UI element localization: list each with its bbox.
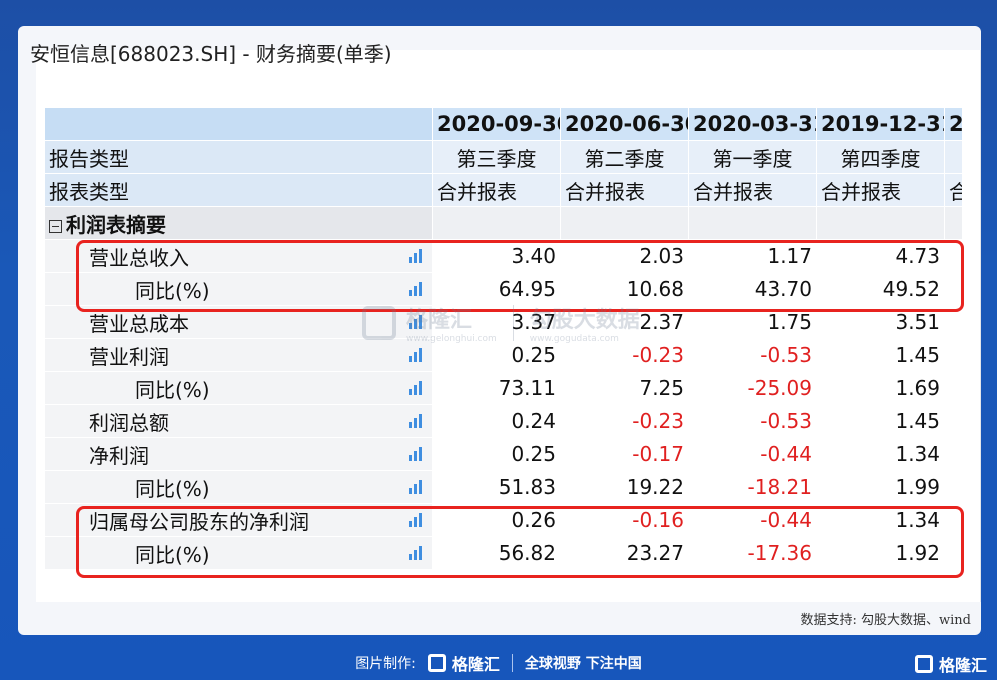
- section-row[interactable]: 利润表摘要: [44, 206, 963, 240]
- page-title: 安恒信息[688023.SH] - 财务摘要(单季): [30, 42, 392, 66]
- statement-type-cell: 合并报表: [560, 173, 689, 207]
- report-type-cell: 第四季度: [816, 140, 945, 174]
- statement-type-cell: 合并报表: [816, 173, 945, 207]
- table-row: 同比(%) 51.83 19.22 -18.21 1.99: [44, 470, 963, 504]
- value-cell: -0.23: [560, 404, 689, 438]
- row-label: 营业利润: [89, 344, 169, 369]
- footer-made-by: 图片制作:: [355, 656, 416, 672]
- value-cell: 1.99: [816, 470, 945, 504]
- row-label-cell: 同比(%): [44, 371, 433, 405]
- table-row: 利润总额 0.24 -0.23 -0.53 1.45: [44, 404, 963, 438]
- report-type-cell: 第一季度: [688, 140, 817, 174]
- row-label-cell: 利润总额: [44, 404, 433, 438]
- row-label: 利润总额: [89, 410, 169, 435]
- report-type-cell: [944, 140, 963, 174]
- value-cell: 0.24: [432, 404, 561, 438]
- statement-type-cell: 合并报表: [432, 173, 561, 207]
- corner-brand-logo: 格隆汇: [914, 652, 987, 676]
- watermark: 格隆汇 www.gelonghui.com 勾股大数据 www.gogudata…: [362, 302, 640, 344]
- table-row: 净利润 0.25 -0.17 -0.44 1.34: [44, 437, 963, 471]
- bar-chart-icon[interactable]: [409, 447, 422, 461]
- value-cell: -25.09: [688, 371, 817, 405]
- table-row: 同比(%) 73.11 7.25 -25.09 1.69: [44, 371, 963, 405]
- date-header[interactable]: 20: [944, 107, 963, 141]
- date-header[interactable]: 2020-06-30: [560, 107, 689, 141]
- section-label: 利润表摘要: [66, 212, 166, 237]
- value-cell: -0.44: [688, 437, 817, 471]
- watermark-url: www.gelonghui.com: [406, 334, 497, 344]
- date-header[interactable]: 2019-12-31: [816, 107, 945, 141]
- value-cell: 51.83: [432, 470, 561, 504]
- row-label: 同比(%): [135, 377, 210, 402]
- highlight-box-net-profit: [76, 506, 964, 578]
- watermark-brand: 格隆汇: [406, 308, 473, 333]
- statement-type-row: 报表类型 合并报表 合并报表 合并报表 合并报表 合: [44, 173, 963, 207]
- value-cell: 73.11: [432, 371, 561, 405]
- brand-logo-icon: [427, 654, 446, 672]
- value-cell: 1.69: [816, 371, 945, 405]
- row-label-cell: 同比(%): [44, 470, 433, 504]
- watermark-logo-icon: [362, 306, 396, 340]
- bar-chart-icon[interactable]: [409, 381, 422, 395]
- footer-brand: 格隆汇: [451, 655, 500, 674]
- report-type-row: 报告类型 第三季度 第二季度 第一季度 第四季度: [44, 140, 963, 174]
- row-label: 同比(%): [135, 476, 210, 501]
- bar-chart-icon[interactable]: [409, 480, 422, 494]
- value-cell: 19.22: [560, 470, 689, 504]
- value-cell: 1.45: [816, 338, 945, 372]
- footer-slogan: 全球视野 下注中国: [524, 656, 642, 672]
- corner-brand: 格隆汇: [938, 656, 987, 675]
- footer-brand-logo: 格隆汇: [427, 651, 500, 675]
- date-header[interactable]: 2020-09-30: [432, 107, 561, 141]
- value-cell: -0.53: [688, 338, 817, 372]
- value-cell: 1.34: [816, 437, 945, 471]
- statement-type-label: 报表类型: [44, 173, 433, 207]
- value-cell: -0.17: [560, 437, 689, 471]
- value-cell: 1.45: [816, 404, 945, 438]
- row-label: 净利润: [89, 443, 149, 468]
- report-type-label: 报告类型: [44, 140, 433, 174]
- watermark-partner: 勾股大数据: [529, 308, 640, 333]
- value-cell: -0.53: [688, 404, 817, 438]
- report-type-cell: 第三季度: [432, 140, 561, 174]
- bar-chart-icon[interactable]: [409, 348, 422, 362]
- date-header-row: 2020-09-30 2020-06-30 2020-03-31 2019-12…: [44, 107, 963, 141]
- report-type-cell: 第二季度: [560, 140, 689, 174]
- row-label-cell: 净利润: [44, 437, 433, 471]
- section-header[interactable]: 利润表摘要: [44, 206, 433, 240]
- watermark-partner-url: www.gogudata.com: [529, 334, 619, 344]
- value-cell: 7.25: [560, 371, 689, 405]
- date-header[interactable]: 2020-03-31: [688, 107, 817, 141]
- header-corner: [44, 107, 433, 141]
- brand-logo-icon: [914, 655, 933, 673]
- footer: 图片制作: 格隆汇 全球视野 下注中国: [0, 646, 997, 680]
- value-cell: -18.21: [688, 470, 817, 504]
- data-source: 数据支持: 勾股大数据、wind: [800, 613, 972, 628]
- statement-type-cell: 合: [944, 173, 963, 207]
- value-cell: 0.25: [432, 437, 561, 471]
- collapse-minus-icon[interactable]: [49, 219, 62, 233]
- statement-type-cell: 合并报表: [688, 173, 817, 207]
- bar-chart-icon[interactable]: [409, 414, 422, 428]
